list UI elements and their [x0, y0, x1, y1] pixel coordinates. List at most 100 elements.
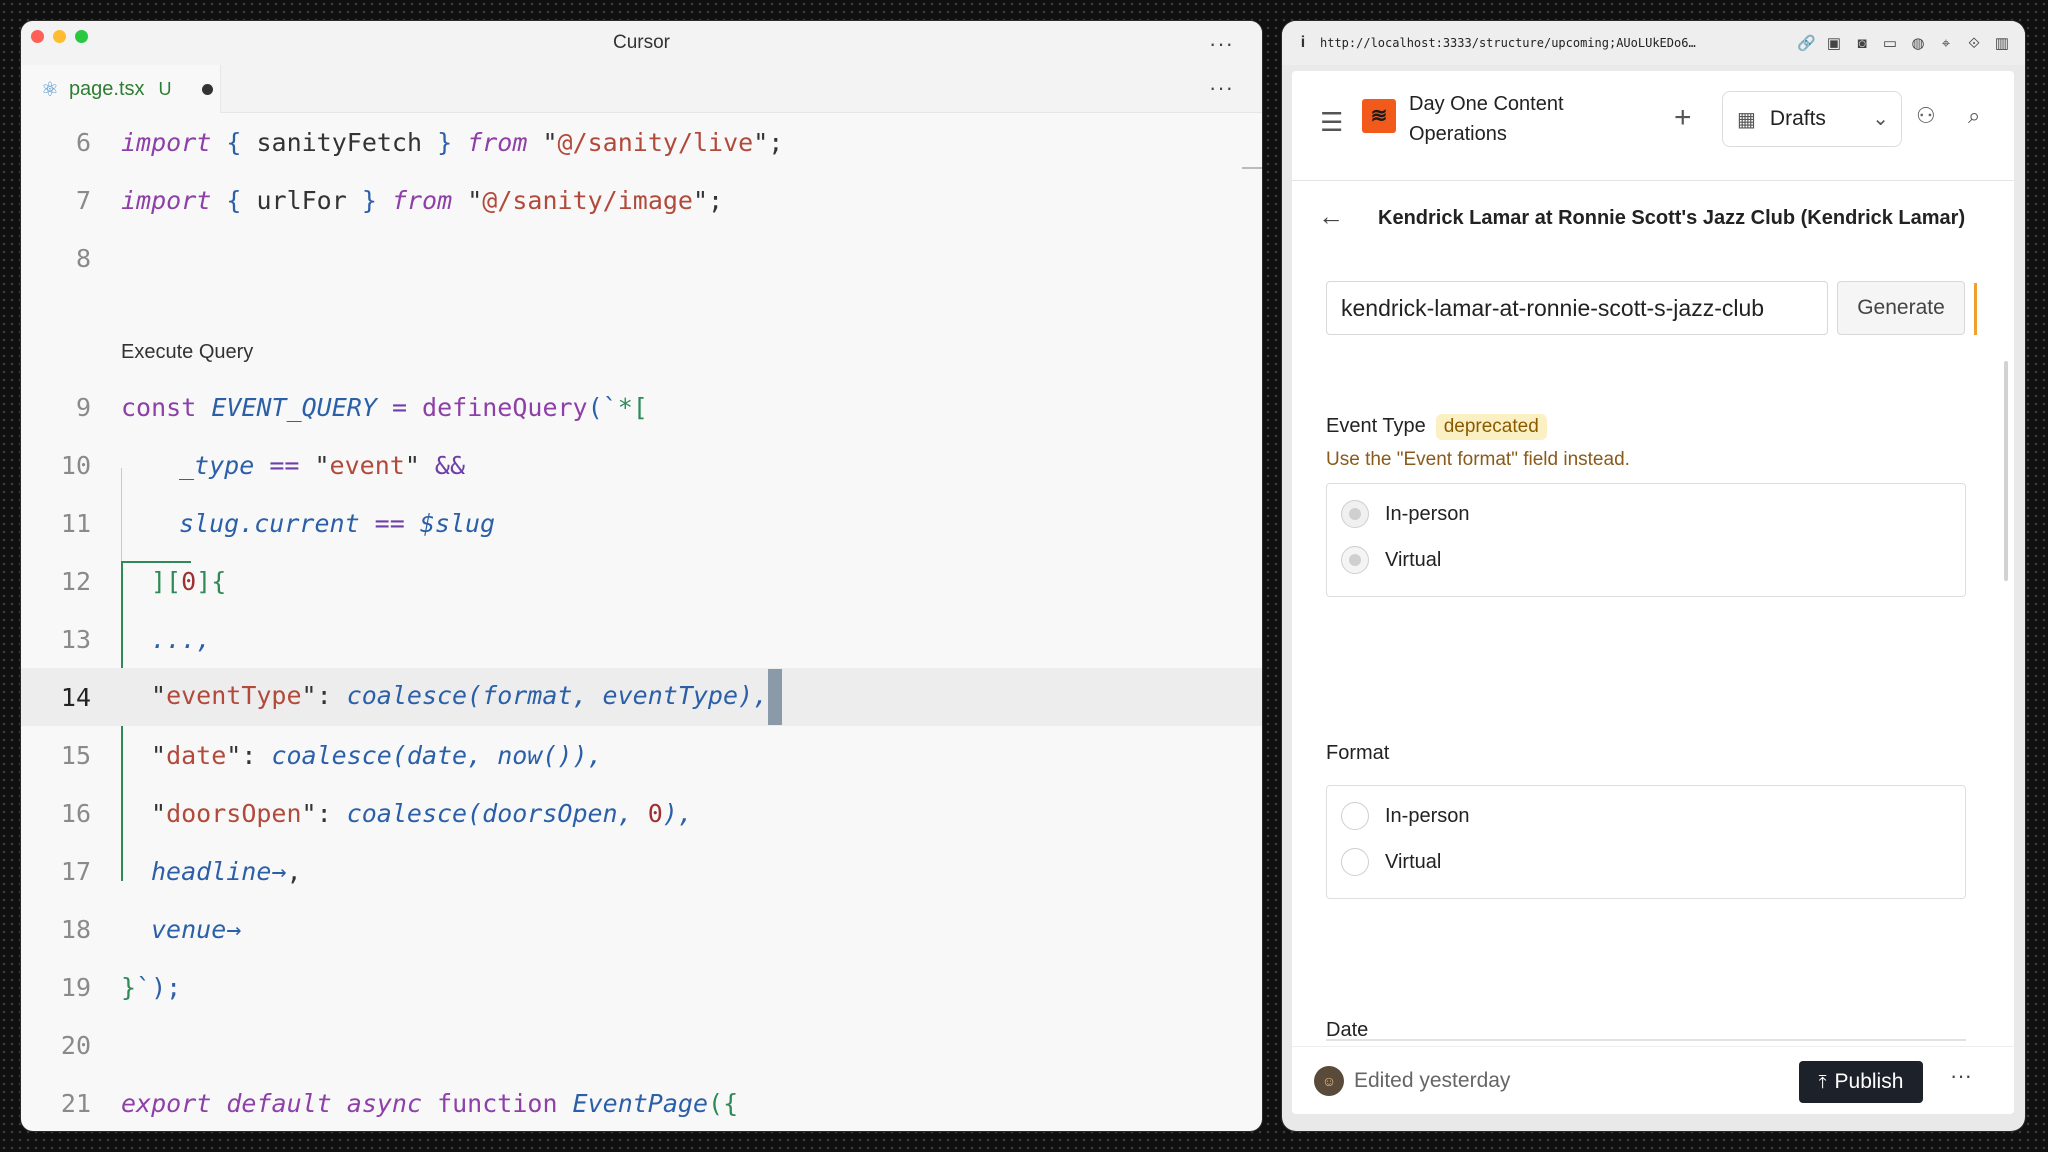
line-number: 10 [60, 450, 91, 480]
line-number: 7 [75, 185, 91, 215]
line-number: 14 [60, 682, 91, 712]
code-line-11: 11 slug.current == $slug [21, 494, 1262, 552]
slug-input[interactable]: kendrick-lamar-at-ronnie-scott-s-jazz-cl… [1326, 281, 1828, 335]
url-field[interactable]: http://localhost:3333/structure/upcoming… [1320, 36, 1787, 50]
line-number: 20 [60, 1030, 91, 1060]
line-number: 9 [75, 392, 91, 422]
line-number: 11 [60, 508, 91, 538]
event-type-option-in-person[interactable]: In-person [1341, 500, 1470, 528]
chevron-down-icon: ⌄ [1872, 108, 1889, 130]
radio-button[interactable] [1341, 546, 1369, 574]
more-actions-icon[interactable]: ··· [1950, 1063, 1972, 1089]
code-line-20: 20 [21, 1016, 1262, 1074]
event-type-field-label: Event Type deprecated [1326, 414, 1547, 440]
create-new-icon[interactable]: + [1674, 101, 1692, 135]
calendar-icon: ▦ [1737, 108, 1756, 131]
crosshair-icon[interactable]: ⌖ [1937, 35, 1955, 52]
date-input-edge [1326, 1039, 1966, 1041]
info-icon[interactable]: i [1296, 34, 1310, 52]
format-field-label: Format [1326, 742, 1390, 764]
close-window-button[interactable] [31, 30, 44, 43]
studio-navbar: ☰ ≋ Day One Content Operations + ▦ Draft… [1292, 71, 2014, 181]
sidebar-icon[interactable]: ▥ [1993, 34, 2011, 52]
react-icon: ⚛ [41, 78, 59, 101]
editor-titlebar: Cursor ··· [21, 21, 1262, 65]
code-line-14-current: 14 "eventType": coalesce(format, eventTy… [21, 668, 1262, 726]
line-number: 13 [60, 624, 91, 654]
browser-window: i http://localhost:3333/structure/upcomi… [1282, 21, 2025, 1131]
event-type-radio-group: In-person Virtual [1326, 483, 1966, 597]
titlebar-more-icon[interactable]: ··· [1209, 33, 1234, 55]
code-line-21: 21 export default async function EventPa… [21, 1074, 1262, 1131]
window-controls [31, 30, 88, 43]
sanity-studio: ☰ ≋ Day One Content Operations + ▦ Draft… [1292, 71, 2014, 1114]
browser-url-bar: i http://localhost:3333/structure/upcomi… [1282, 21, 2025, 65]
deprecated-badge: deprecated [1435, 414, 1547, 440]
line-number: 16 [60, 798, 91, 828]
project-name[interactable]: Day One Content Operations [1409, 89, 1619, 149]
tab-git-status: U [158, 78, 172, 99]
format-radio-group: In-person Virtual [1326, 785, 1966, 899]
code-line-7: 7 import { urlFor } from "@/sanity/image… [21, 171, 1262, 229]
scrollbar[interactable] [2004, 361, 2008, 581]
window-title: Cursor [612, 32, 670, 53]
tab-page-tsx[interactable]: ⚛ page.tsx U [21, 65, 221, 113]
code-line-10: 10 _type == "event" && [21, 436, 1262, 494]
project-logo[interactable]: ≋ [1362, 99, 1396, 133]
menu-icon[interactable]: ☰ [1320, 107, 1343, 138]
line-number: 6 [75, 127, 91, 157]
radio-button[interactable] [1341, 500, 1369, 528]
code-line-15: 15 "date": coalesce(date, now()), [21, 726, 1262, 784]
search-icon[interactable]: ⌕ [1968, 103, 1980, 129]
maximize-window-button[interactable] [75, 30, 88, 43]
tab-bar-more-icon[interactable]: ··· [1209, 77, 1234, 99]
camera-icon[interactable]: ◙ [1853, 35, 1871, 52]
code-line-6: 6 import { sanityFetch } from "@/sanity/… [21, 113, 1262, 171]
generate-button[interactable]: Generate [1837, 281, 1965, 335]
perspective-select[interactable]: ▦ Drafts ⌄ [1722, 91, 1902, 147]
unsaved-dot-icon[interactable] [201, 83, 213, 95]
line-number: 18 [60, 914, 91, 944]
document-title: Kendrick Lamar at Ronnie Scott's Jazz Cl… [1378, 207, 1966, 229]
deprecation-message: Use the "Event format" field instead. [1326, 449, 1630, 470]
link-icon[interactable]: 🔗 [1797, 34, 1816, 52]
text-cursor [768, 669, 783, 725]
format-option-virtual[interactable]: Virtual [1341, 848, 1441, 876]
globe-icon[interactable]: ◍ [1909, 34, 1927, 52]
code-line-13: 13 ..., [21, 610, 1262, 668]
back-arrow-icon[interactable]: ← [1318, 201, 1344, 232]
editor-window: Cursor ··· ⚛ page.tsx U ··· 6 import { s… [21, 21, 1262, 1131]
code-line-17: 17 headline→, [21, 842, 1262, 900]
line-number: 21 [60, 1088, 91, 1118]
code-line-9: 9 const EVENT_QUERY = defineQuery(`*[ [21, 378, 1262, 436]
minimize-window-button[interactable] [53, 30, 66, 43]
code-line-8: 8 [21, 229, 1262, 287]
avatar[interactable]: ☺ [1314, 1066, 1344, 1096]
editor-tab-bar: ⚛ page.tsx U ··· [21, 65, 1262, 113]
document-footer: ☺ Edited yesterday ⤒ Publish ··· [1292, 1046, 2014, 1114]
line-number: 15 [60, 740, 91, 770]
line-number: 12 [60, 566, 91, 596]
users-icon[interactable]: ⚇ [1916, 103, 1936, 129]
publish-icon: ⤒ [1818, 1071, 1827, 1092]
document-header: ← Kendrick Lamar at Ronnie Scott's Jazz … [1292, 181, 2014, 261]
screenshot-icon[interactable]: ▣ [1825, 34, 1843, 52]
terminal-icon[interactable]: ▭ [1881, 34, 1899, 52]
perspective-label: Drafts [1769, 107, 1826, 130]
code-line-16: 16 "doorsOpen": coalesce(doorsOpen, 0), [21, 784, 1262, 842]
line-number: 8 [75, 243, 91, 273]
publish-button[interactable]: ⤒ Publish [1799, 1061, 1923, 1103]
code-line-19: 19 }`); [21, 958, 1262, 1016]
radio-button[interactable] [1341, 802, 1369, 830]
line-number: 17 [60, 856, 91, 886]
tab-filename: page.tsx [68, 77, 145, 100]
devtools-icon[interactable]: ⟐ [1965, 35, 1983, 52]
execute-query-codelens[interactable]: Execute Query [121, 341, 253, 364]
event-type-option-virtual[interactable]: Virtual [1341, 546, 1441, 574]
radio-button[interactable] [1341, 848, 1369, 876]
format-option-in-person[interactable]: In-person [1341, 802, 1470, 830]
line-number: 19 [60, 972, 91, 1002]
code-line-12: 12 ][0]{ [21, 552, 1262, 610]
edited-status: Edited yesterday [1354, 1069, 1511, 1092]
change-indicator [1974, 283, 1977, 335]
